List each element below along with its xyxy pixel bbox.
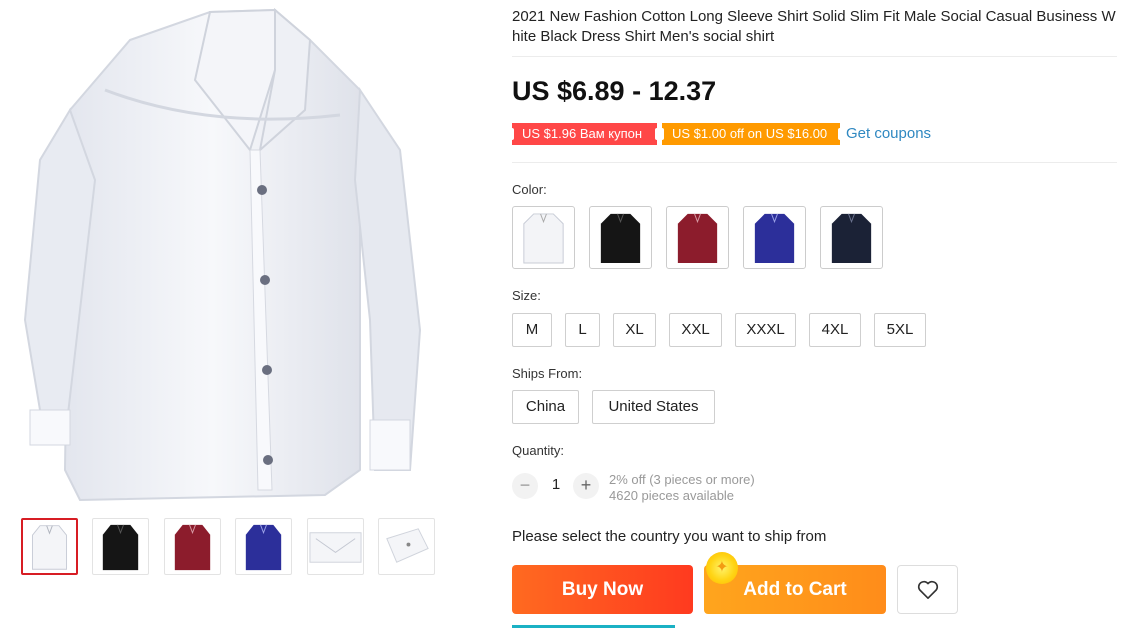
color-option-blue[interactable]	[743, 206, 806, 269]
size-option-xxl[interactable]: XXL	[669, 313, 722, 347]
color-label: Color:	[512, 182, 547, 197]
quantity-discount-note: 2% off (3 pieces or more)	[609, 472, 755, 487]
color-option-burgundy[interactable]	[666, 206, 729, 269]
sparkle-icon: ✦	[706, 552, 738, 584]
ships-from-china[interactable]: China	[512, 390, 579, 424]
divider	[512, 162, 1117, 163]
shipping-note: Please select the country you want to sh…	[512, 528, 827, 545]
size-option-5xl[interactable]: 5XL	[874, 313, 926, 347]
size-option-m[interactable]: M	[512, 313, 552, 347]
thumbnail-white[interactable]	[21, 518, 78, 575]
get-coupons-link[interactable]: Get coupons	[846, 125, 931, 142]
color-option-black[interactable]	[589, 206, 652, 269]
product-price: US $6.89 - 12.37	[512, 76, 717, 106]
ships-from-label: Ships From:	[512, 366, 583, 381]
size-option-xxxl[interactable]: XXXL	[735, 313, 796, 347]
thumbnail-collar-detail[interactable]	[307, 518, 364, 575]
size-label: Size:	[512, 288, 541, 303]
buy-now-button[interactable]: Buy Now	[512, 565, 693, 614]
color-option-white[interactable]	[512, 206, 575, 269]
quantity-label: Quantity:	[512, 443, 565, 458]
thumbnail-black[interactable]	[92, 518, 149, 575]
size-option-l[interactable]: L	[565, 313, 600, 347]
size-option-xl[interactable]: XL	[613, 313, 656, 347]
quantity-available: 4620 pieces available	[609, 488, 735, 503]
thumbnail-blue[interactable]	[235, 518, 292, 575]
color-option-navy[interactable]	[820, 206, 883, 269]
thumbnail-burgundy[interactable]	[164, 518, 221, 575]
divider	[512, 56, 1117, 57]
coupon-badge-2[interactable]: US $1.00 off on US $16.00	[660, 123, 842, 145]
quantity-increase-button[interactable]: +	[573, 473, 599, 499]
quantity-value[interactable]: 1	[550, 476, 562, 493]
coupon-badge-1[interactable]: US $1.96 Вам купон	[510, 123, 659, 145]
wishlist-button[interactable]	[897, 565, 958, 614]
heart-icon	[917, 580, 939, 599]
size-option-4xl[interactable]: 4XL	[809, 313, 861, 347]
product-title: 2021 New Fashion Cotton Long Sleeve Shir…	[512, 8, 1116, 45]
quantity-decrease-button[interactable]: −	[512, 473, 538, 499]
thumbnail-cuff-detail[interactable]	[378, 518, 435, 575]
ships-from-united-states[interactable]: United States	[592, 390, 715, 424]
main-product-image	[10, 0, 466, 506]
